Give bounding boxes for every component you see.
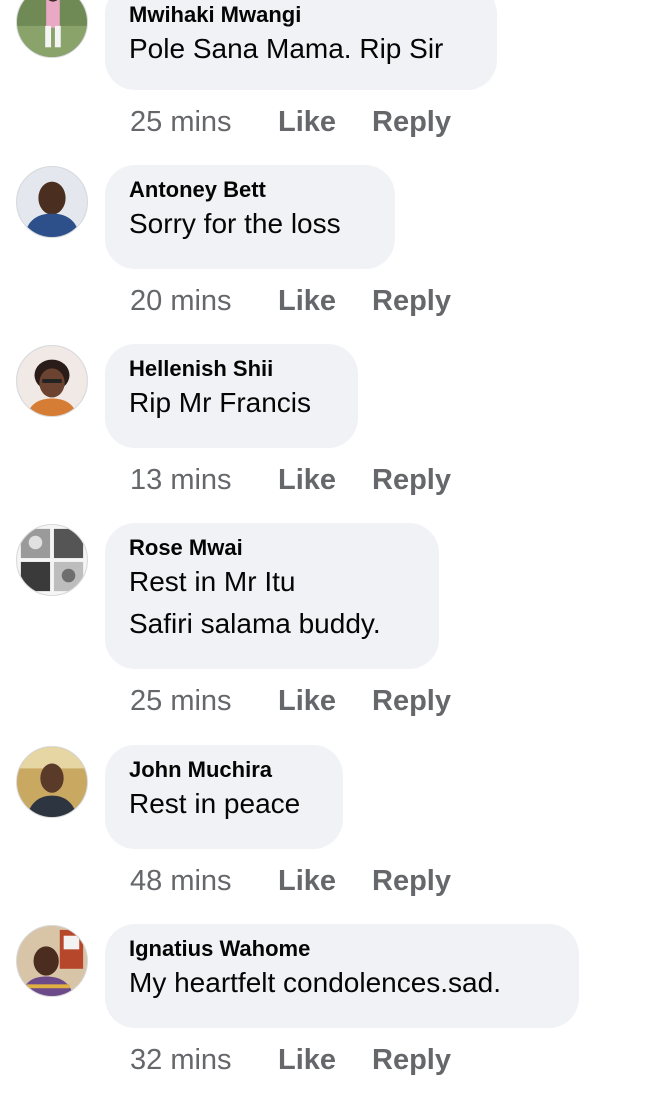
comment-bubble: Mwihaki Mwangi Pole Sana Mama. Rip Sir	[105, 0, 497, 90]
user-avatar-icon	[17, 0, 87, 57]
avatar[interactable]	[16, 746, 88, 818]
comment-text: Pole Sana Mama. Rip Sir	[129, 33, 444, 64]
reply-button[interactable]: Reply	[372, 865, 451, 898]
comment-author[interactable]: Mwihaki Mwangi	[129, 2, 471, 28]
comment-text: Safiri salama buddy.	[129, 608, 381, 639]
reply-button[interactable]: Reply	[372, 464, 451, 497]
user-avatar-icon	[17, 167, 87, 237]
avatar[interactable]	[16, 166, 88, 238]
like-button[interactable]: Like	[278, 865, 372, 898]
comment-actions: 25 mins Like Reply	[130, 102, 451, 142]
comment-text: Rest in Mr Itu	[129, 566, 296, 597]
comment-bubble: Rose Mwai Rest in Mr Itu Safiri salama b…	[105, 523, 439, 669]
like-button[interactable]: Like	[278, 106, 372, 139]
comment-actions: 20 mins Like Reply	[130, 281, 451, 321]
avatar[interactable]	[16, 0, 88, 58]
comment-bubble: Antoney Bett Sorry for the loss	[105, 165, 395, 269]
comment-text: Rip Mr Francis	[129, 387, 312, 418]
user-avatar-icon	[17, 525, 87, 595]
comment-actions: 32 mins Like Reply	[130, 1040, 451, 1080]
avatar[interactable]	[16, 524, 88, 596]
comment-bubble: John Muchira Rest in peace	[105, 745, 343, 849]
comment-author[interactable]: Antoney Bett	[129, 177, 369, 203]
comment-timestamp[interactable]: 32 mins	[130, 1044, 278, 1077]
comment-timestamp[interactable]: 48 mins	[130, 865, 278, 898]
comment-actions: 25 mins Like Reply	[130, 681, 451, 721]
like-button[interactable]: Like	[278, 1044, 372, 1077]
comment-timestamp[interactable]: 25 mins	[130, 106, 278, 139]
reply-button[interactable]: Reply	[372, 285, 451, 318]
comment-author[interactable]: Hellenish Shii	[129, 356, 332, 382]
like-button[interactable]: Like	[278, 685, 372, 718]
comment-timestamp[interactable]: 13 mins	[130, 464, 278, 497]
avatar[interactable]	[16, 925, 88, 997]
comment-timestamp[interactable]: 25 mins	[130, 685, 278, 718]
user-avatar-icon	[17, 747, 87, 817]
like-button[interactable]: Like	[278, 285, 372, 318]
comment-bubble: Hellenish Shii Rip Mr Francis	[105, 344, 358, 448]
comment-text: My heartfelt condolences.sad.	[129, 967, 501, 998]
comment-author[interactable]: Ignatius Wahome	[129, 936, 553, 962]
like-button[interactable]: Like	[278, 464, 372, 497]
comment-actions: 48 mins Like Reply	[130, 861, 451, 901]
user-avatar-icon	[17, 346, 87, 416]
reply-button[interactable]: Reply	[372, 1044, 451, 1077]
user-avatar-icon	[17, 926, 87, 996]
reply-button[interactable]: Reply	[372, 106, 451, 139]
reply-button[interactable]: Reply	[372, 685, 451, 718]
avatar[interactable]	[16, 345, 88, 417]
comment-actions: 13 mins Like Reply	[130, 460, 451, 500]
comment-text: Sorry for the loss	[129, 208, 341, 239]
comment-bubble: Ignatius Wahome My heartfelt condolences…	[105, 924, 579, 1028]
comment-text: Rest in peace	[129, 788, 301, 819]
comment-timestamp[interactable]: 20 mins	[130, 285, 278, 318]
comment-author[interactable]: Rose Mwai	[129, 535, 413, 561]
comment-author[interactable]: John Muchira	[129, 757, 317, 783]
